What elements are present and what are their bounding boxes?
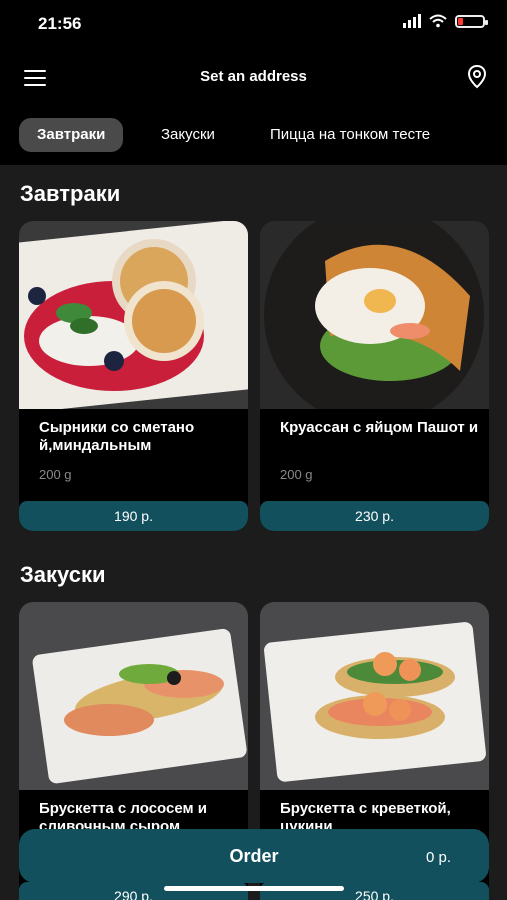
set-address-button[interactable]: Set an address [0,68,507,85]
home-indicator[interactable] [164,886,344,891]
order-label: Order [229,846,279,866]
cellular-signal-icon [403,14,421,28]
status-bar: 21:56 [0,0,507,50]
tab-zavtraki[interactable]: Завтраки [19,118,124,152]
app-header: Set an address [0,50,507,105]
price-button-croissant[interactable]: 230 р. [260,501,489,531]
status-time: 21:56 [38,14,82,33]
location-pin-icon[interactable] [467,65,487,89]
product-image-bruschetta-salmon [19,602,248,790]
price-button-bruschetta-shrimp[interactable]: 250 р. [260,882,489,900]
product-weight-croissant: 200 g [280,467,313,482]
price-button-syrniki[interactable]: 190 р. [19,501,248,531]
product-image-croissant [260,221,489,409]
product-weight-syrniki: 200 g [39,467,72,482]
section-title-zavtraki: Завтраки [20,181,121,206]
product-image-bruschetta-shrimp [260,602,489,790]
product-card-croissant[interactable]: Круассан с яйцом Пашот и 200 g 230 р. [260,221,489,531]
product-name-syrniki: Сырники со сметано й,миндальным [39,419,195,454]
order-button[interactable]: Order 0 р. [19,829,489,883]
product-name-croissant: Круассан с яйцом Пашот и [280,419,479,436]
price-button-bruschetta-salmon[interactable]: 290 р. [19,882,248,900]
section-title-zakuski: Закуски [20,562,106,587]
category-tabs: Завтраки Закуски Пицца на тонком тесте [0,105,507,165]
battery-icon [455,14,488,28]
product-image-syrniki [19,221,248,409]
tab-pizza[interactable]: Пицца на тонком тесте [270,118,430,152]
wifi-icon [429,14,447,28]
status-icons [403,14,488,28]
product-card-syrniki[interactable]: Сырники со сметано й,миндальным 200 g 19… [19,221,248,531]
order-total: 0 р. [425,849,451,866]
tab-zakuski[interactable]: Закуски [161,118,215,152]
